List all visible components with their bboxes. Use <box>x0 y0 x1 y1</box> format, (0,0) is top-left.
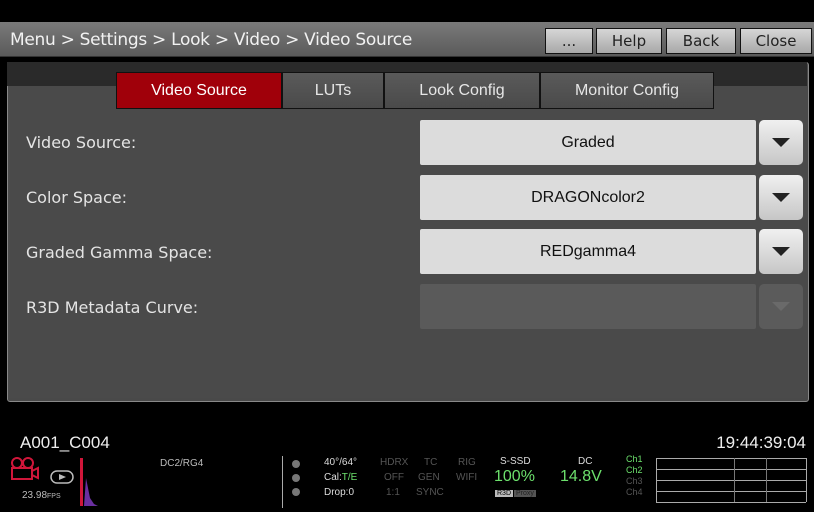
status-dot <box>292 474 300 482</box>
proxy-badge: Proxy <box>514 490 536 497</box>
meter-line <box>656 458 806 459</box>
cal-readout: Cal:T/E <box>324 472 358 483</box>
chevron-down-icon <box>772 247 790 256</box>
channel-4: Ch4 <box>626 487 643 497</box>
graded-gamma-label: Graded Gamma Space: <box>26 243 213 262</box>
meter-line <box>656 469 806 470</box>
color-space-label: Color Space: <box>26 188 128 207</box>
hdrx-label: HDRX <box>380 457 409 468</box>
r3d-curve-label: R3D Metadata Curve: <box>26 298 199 317</box>
clip-name: A001_C004 <box>20 433 110 452</box>
channel-3: Ch3 <box>626 476 643 486</box>
chevron-down-icon <box>772 302 790 311</box>
hdrx-value: OFF <box>384 472 404 483</box>
r3d-curve-dropdown-button <box>759 284 803 329</box>
status-dot <box>292 460 300 468</box>
tc-label: TC <box>424 457 438 468</box>
media-percent: 100% <box>494 468 535 485</box>
tab-video-source[interactable]: Video Source <box>116 72 282 109</box>
help-button[interactable]: Help <box>596 28 662 54</box>
meter-tick <box>734 458 735 502</box>
drop-readout: Drop:0 <box>324 487 355 498</box>
divider <box>282 456 283 508</box>
breadcrumb: Menu > Settings > Look > Video > Video S… <box>10 30 412 50</box>
back-button[interactable]: Back <box>666 28 736 54</box>
channel-1: Ch1 <box>626 454 643 464</box>
graded-gamma-dropdown[interactable]: REDgamma4 <box>420 229 756 274</box>
video-source-dropdown-button[interactable] <box>759 120 803 165</box>
more-button[interactable]: ... <box>545 28 593 54</box>
status-bar: 23.98FPS DC2/RG4 40°/64° Cal:T/E Drop:0 … <box>0 452 814 512</box>
chevron-down-icon <box>772 138 790 147</box>
color-space-dropdown-button[interactable] <box>759 175 803 220</box>
histogram-icon <box>84 478 98 506</box>
fps-readout: 23.98FPS <box>22 490 61 501</box>
graded-gamma-dropdown-button[interactable] <box>759 229 803 274</box>
camera-record-icon <box>11 457 39 480</box>
video-source-label: Video Source: <box>26 133 137 152</box>
look-readout: DC2/RG4 <box>160 458 204 469</box>
title-bar: Menu > Settings > Look > Video > Video S… <box>0 22 814 57</box>
power-voltage: 14.8V <box>560 468 602 485</box>
tab-luts[interactable]: LUTs <box>282 72 384 109</box>
tc-value: GEN <box>418 472 440 483</box>
meter-line <box>656 491 806 492</box>
power-label: DC <box>578 456 593 467</box>
timecode: 19:44:39:04 <box>716 433 806 452</box>
video-source-dropdown[interactable]: Graded <box>420 120 756 165</box>
meter-line <box>656 480 806 481</box>
rig-value: WIFI <box>456 472 478 483</box>
meter-border <box>806 458 807 502</box>
tab-look-config[interactable]: Look Config <box>384 72 540 109</box>
rig-label: RIG <box>458 457 476 468</box>
color-space-dropdown[interactable]: DRAGONcolor2 <box>420 175 756 220</box>
status-dot <box>292 488 300 496</box>
r3d-curve-dropdown <box>420 284 756 329</box>
audio-meter-bar <box>80 458 83 506</box>
top-strip <box>0 0 814 22</box>
close-button[interactable]: Close <box>740 28 812 54</box>
play-icon[interactable] <box>50 470 74 484</box>
meter-tick <box>766 458 767 502</box>
chevron-down-icon <box>772 193 790 202</box>
hdrx-ratio: 1:1 <box>386 487 400 498</box>
tab-monitor-config[interactable]: Monitor Config <box>540 72 714 109</box>
media-label: S-SSD <box>500 456 531 467</box>
shutter-readout: 40°/64° <box>324 457 358 468</box>
tc-sync: SYNC <box>416 487 444 498</box>
channel-2: Ch2 <box>626 465 643 475</box>
meter-line <box>656 502 806 503</box>
r3d-badge: R3D <box>495 490 514 497</box>
